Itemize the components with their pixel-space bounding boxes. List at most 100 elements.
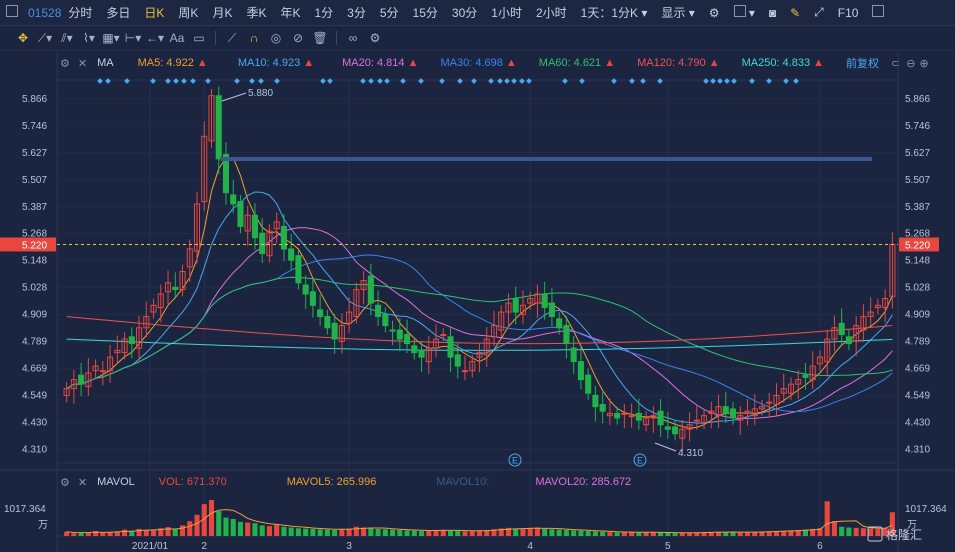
date-label: 6 [817, 541, 823, 552]
tab-6[interactable]: 年K [273, 4, 307, 21]
candle-body [758, 406, 766, 410]
tab-8[interactable]: 3分 [340, 4, 373, 21]
candle-body [795, 379, 802, 385]
tab-7[interactable]: 1分 [307, 4, 340, 21]
ma-settings-icon[interactable]: ⚙ [60, 57, 70, 70]
display-menu[interactable]: 显示 ▾ [654, 4, 701, 21]
camera-icon[interactable]: ◙ [762, 6, 783, 20]
candle-body [816, 356, 823, 365]
candle-body [686, 424, 693, 430]
volume-bar [143, 529, 149, 536]
volume-axis-unit: 万 [38, 520, 48, 531]
signal-diamond [327, 78, 333, 84]
volume-bar [773, 531, 780, 536]
zoom-in-icon[interactable]: ⊕ [919, 57, 928, 70]
period-select[interactable]: 1天：1分K ▾ [574, 4, 655, 21]
signal-diamond [611, 78, 617, 84]
candle-body [556, 318, 563, 329]
text-tool[interactable]: Aa [166, 31, 188, 45]
candle-body [92, 365, 99, 372]
volume-bar [824, 501, 830, 536]
moving-average-lines [66, 157, 893, 429]
trash-icon[interactable]: 🗑 [309, 31, 331, 45]
stock-code[interactable]: 01528 [24, 6, 61, 20]
candle-body [411, 345, 418, 354]
tab-13[interactable]: 2小时 [529, 4, 574, 21]
tab-3[interactable]: 周K [171, 4, 205, 21]
tab-11[interactable]: 30分 [445, 4, 484, 21]
vol-close-icon[interactable]: ✕ [78, 476, 87, 489]
vol-label: VOL: 671.370 [158, 476, 227, 488]
candle-body [498, 311, 505, 331]
tab-5[interactable]: 季K [239, 4, 273, 21]
line-tool-icon[interactable]: ⟋▾ [34, 31, 56, 46]
settings-icon[interactable]: ⚙ [702, 6, 727, 20]
comment-icon[interactable]: ▭ [188, 31, 210, 45]
ma60-label: MA60: 4.621 ▲ [538, 57, 616, 69]
signal-diamond [793, 78, 799, 84]
volume-bar [766, 531, 772, 536]
ma-legend: ⚙ ✕ MA MA5: 4.922 ▲ MA10: 4.923 ▲ MA20: … [0, 53, 955, 73]
ma-close-icon[interactable]: ✕ [78, 57, 87, 70]
candlesticks [63, 86, 896, 454]
grid-tool-icon[interactable]: ▦▾ [100, 31, 122, 45]
signal-diamond [105, 78, 111, 84]
tab-4[interactable]: 月K [205, 4, 239, 21]
arrow-tool-icon[interactable]: ←▾ [144, 31, 166, 45]
volume-bar [650, 532, 656, 536]
window-split-icon[interactable] [865, 5, 891, 20]
signal-diamond [97, 78, 103, 84]
candle-body [208, 95, 215, 142]
panel-collapse-icon[interactable]: ⊂ [891, 57, 900, 70]
candle-body [230, 194, 237, 205]
volume-bar [752, 531, 758, 536]
kline-chart[interactable]: 2021/01 2 3 4 5 6 5.866 5.866 5.746 5.746 5.627 5.6… [0, 0, 955, 552]
volume-bar [585, 531, 591, 536]
eye-icon[interactable]: ◎ [265, 31, 287, 45]
link-icon[interactable]: ∞ [342, 31, 364, 45]
tab-2[interactable]: 日K [137, 4, 171, 21]
expand-icon[interactable]: ⤢ [807, 5, 831, 20]
volume-bar [665, 532, 671, 536]
tab-12[interactable]: 1小时 [484, 4, 529, 21]
ruler-icon[interactable]: ⟋ [221, 31, 243, 46]
signal-diamond [165, 78, 171, 84]
channel-tool-icon[interactable]: ⫽▾ [56, 31, 78, 46]
range-tool-icon[interactable]: ⊢▾ [122, 31, 144, 45]
candle-body [244, 214, 251, 232]
price-tick-left: 4.430 [22, 417, 47, 428]
move-cross-icon[interactable]: ✥ [12, 31, 34, 45]
ma250-line [66, 338, 893, 351]
tab-1[interactable]: 多日 [99, 4, 137, 21]
f10-button[interactable]: F10 [831, 6, 866, 20]
price-tick-left: 5.028 [22, 283, 47, 294]
vol-settings-icon[interactable]: ⚙ [60, 476, 70, 489]
tab-9[interactable]: 5分 [373, 4, 406, 21]
tab-10[interactable]: 15分 [406, 4, 445, 21]
tool-settings-icon[interactable]: ⚙ [364, 31, 386, 45]
volume-bar [310, 528, 316, 536]
checkbox-icon[interactable]: ▾ [727, 5, 762, 20]
volume-bar [397, 529, 403, 536]
date-label: 2 [201, 541, 207, 552]
window-icon[interactable] [0, 5, 24, 20]
pencil-icon[interactable]: ✎ [783, 6, 807, 20]
mavol5-label: MAVOL5: 265.996 [286, 476, 377, 488]
wave-tool-icon[interactable]: ⌇▾ [78, 31, 100, 45]
price-tick-left: 4.909 [22, 310, 47, 321]
adjust-select[interactable]: 前复权 [846, 55, 879, 71]
volume-axis-value-right: 1017.364 [905, 504, 947, 515]
hide-icon[interactable]: ⊘ [287, 31, 309, 45]
volume-bar [245, 522, 251, 536]
candle-body [331, 322, 338, 340]
zoom-out-icon[interactable]: ⊖ [906, 57, 915, 70]
magnet-icon[interactable]: ∩ [243, 31, 265, 45]
candle-body [389, 329, 396, 332]
tab-0[interactable]: 分时 [61, 4, 99, 21]
volume-bar [476, 530, 483, 536]
volume-bar [730, 532, 736, 536]
low-pointer [654, 442, 677, 452]
volume-bar [129, 530, 135, 536]
candle-body [433, 338, 440, 349]
signal-diamond [150, 78, 156, 84]
